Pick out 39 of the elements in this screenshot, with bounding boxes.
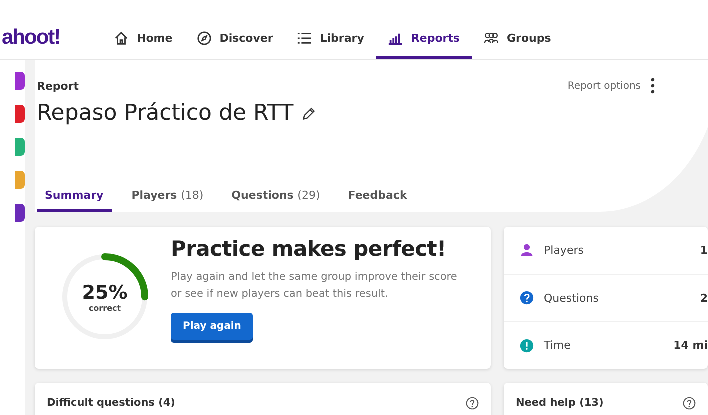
alert-icon [520, 338, 534, 353]
nav-tab[interactable]: Library [285, 17, 376, 59]
report-label: Report [37, 80, 80, 93]
section-title: Difficult questions (4) [47, 397, 176, 409]
report-options-button[interactable]: Report options [568, 80, 641, 92]
summary-text: Play again and let the same group improve their score or see if new players can beat this result. [171, 270, 458, 302]
nav-tab[interactable]: Discover [184, 17, 286, 59]
help-icon[interactable] [466, 396, 479, 410]
stat-value: 14 mi [674, 339, 708, 352]
people-icon [484, 30, 499, 46]
logo[interactable]: ahoot! [2, 26, 102, 50]
nav-tab[interactable]: Groups [472, 17, 564, 59]
section-title: Need help (13) [516, 397, 604, 409]
tab[interactable]: Questions (29) [224, 189, 328, 212]
percent-caption: correct [88, 304, 122, 312]
nav-tab[interactable]: Home [102, 17, 185, 59]
help-icon[interactable] [683, 396, 696, 410]
percent-value: 25% [82, 282, 128, 304]
stat-value: 2 [700, 292, 708, 304]
stat-label: Questions [544, 292, 599, 304]
stat-label: Players [544, 244, 584, 257]
app-icon[interactable] [15, 72, 25, 90]
person-icon [520, 243, 534, 258]
tab[interactable]: Feedback [340, 189, 416, 212]
compass-icon [196, 30, 212, 46]
question-icon [520, 291, 534, 305]
play-again-button[interactable]: Play again [171, 313, 254, 340]
summary-heading: Practice makes perfect! [171, 237, 448, 261]
app-icon[interactable] [15, 204, 25, 222]
report-title: Repaso Práctico de RTT [37, 101, 294, 126]
tab[interactable]: Players (18) [124, 189, 212, 212]
more-icon[interactable] [651, 78, 655, 94]
app-icon[interactable] [15, 105, 25, 123]
stat-label: Time [544, 339, 571, 352]
stat-value: 1 [700, 244, 708, 257]
tab[interactable]: Summary [37, 189, 112, 212]
home-icon [114, 30, 129, 46]
pencil-icon[interactable] [302, 106, 316, 120]
list-icon [297, 30, 312, 46]
